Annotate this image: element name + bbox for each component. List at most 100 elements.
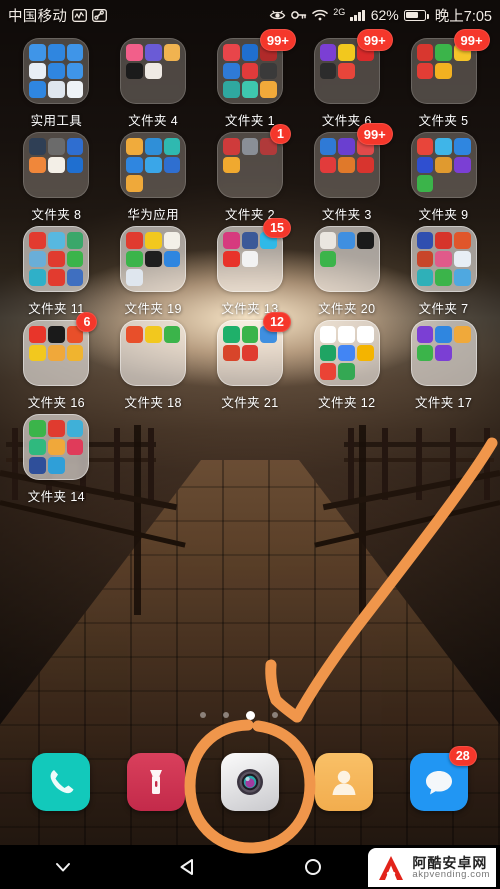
- folder-label: 文件夹 16: [27, 396, 86, 410]
- mini-app-icon: [319, 344, 337, 362]
- mini-app-icon: [435, 232, 452, 249]
- mini-app-icon: [126, 138, 143, 155]
- folder-文件夹-6[interactable]: 99+ 文件夹 6: [298, 29, 395, 129]
- mini-app-icon: [163, 250, 181, 268]
- mini-app-icon: [29, 344, 47, 362]
- folder-icon-wrap: [23, 414, 90, 480]
- mini-app-icon: [48, 62, 65, 80]
- folder-icon-wrap: [313, 226, 380, 292]
- folder-label: 文件夹 17: [414, 396, 473, 410]
- folder-icon-wrap: 99+: [216, 29, 296, 104]
- mini-app-icon: [144, 138, 162, 155]
- battery-percent-label: 62%: [370, 7, 399, 23]
- folder-label: 文件夹 8: [31, 208, 82, 222]
- dock-item-contacts[interactable]: [315, 753, 374, 811]
- mini-app-icon: [357, 344, 374, 362]
- home-button[interactable]: [285, 845, 341, 889]
- phone-icon: [32, 753, 91, 811]
- mini-app-icon: [241, 138, 259, 155]
- folder-文件夹-2[interactable]: 1 文件夹 2: [202, 124, 299, 223]
- folder-icon-wrap: 6: [23, 312, 98, 386]
- folder-tile: [120, 226, 187, 292]
- mini-app-icon: [66, 156, 84, 174]
- hide-navbar-button[interactable]: [35, 845, 91, 889]
- mini-app-icon: [126, 175, 143, 192]
- folder-文件夹-9[interactable]: 文件夹 9: [395, 132, 492, 223]
- folder-icon-wrap: 12: [216, 312, 291, 386]
- back-button[interactable]: [160, 845, 216, 889]
- status-bar: 中国移动 2G 62% 晚上7:05: [0, 0, 500, 30]
- folder-tile: [23, 414, 90, 480]
- folder-label: 文件夹 21: [221, 396, 279, 410]
- dock-item-messages[interactable]: 28: [409, 746, 477, 811]
- folder-文件夹-19[interactable]: 文件夹 19: [105, 226, 202, 317]
- mini-app-icon: [241, 250, 259, 268]
- folder-icon-wrap: 1: [216, 124, 291, 198]
- page-dot[interactable]: [271, 712, 278, 718]
- mini-app-icon: [126, 156, 143, 174]
- folder-实用工具[interactable]: 实用工具: [8, 38, 105, 129]
- folder-文件夹-14[interactable]: 文件夹 14: [8, 414, 105, 505]
- folder-icon-wrap: [313, 320, 380, 386]
- folder-文件夹-11[interactable]: 文件夹 11: [8, 226, 105, 317]
- mini-app-icon: [126, 44, 143, 61]
- folder-文件夹-7[interactable]: 文件夹 7: [395, 226, 492, 317]
- folder-label: 文件夹 7: [418, 302, 469, 316]
- page-indicator: [0, 710, 500, 720]
- mini-app-icon: [435, 344, 452, 362]
- folder-文件夹-21[interactable]: 12 文件夹 21: [202, 312, 299, 411]
- mini-app-icon: [48, 44, 65, 61]
- mini-app-icon: [29, 438, 47, 456]
- folder-文件夹-18[interactable]: 文件夹 18: [105, 320, 202, 411]
- folder-文件夹-13[interactable]: 15 文件夹 13: [202, 218, 299, 317]
- mini-app-icon: [260, 62, 277, 80]
- mini-app-icon: [357, 156, 374, 174]
- eye-comfort-icon: [269, 9, 286, 22]
- dock-item-flashlight[interactable]: [126, 753, 185, 811]
- folder-文件夹-12[interactable]: 文件夹 12: [298, 320, 395, 411]
- folder-文件夹-20[interactable]: 文件夹 20: [298, 226, 395, 317]
- folder-文件夹-3[interactable]: 99+ 文件夹 3: [298, 123, 395, 223]
- folder-badge: 99+: [356, 29, 393, 51]
- mini-app-icon: [29, 269, 47, 286]
- folder-文件夹-4[interactable]: 文件夹 4: [105, 38, 202, 129]
- dock-item-camera[interactable]: [220, 753, 279, 811]
- mini-app-icon: [66, 250, 84, 268]
- mini-app-icon: [48, 156, 65, 174]
- mini-app-icon: [319, 326, 337, 343]
- folder-icon-wrap: 99+: [313, 29, 393, 104]
- folder-badge: 12: [263, 312, 291, 332]
- mini-app-icon: [66, 269, 84, 286]
- mini-app-icon: [126, 326, 143, 343]
- folder-文件夹-1[interactable]: 99+ 文件夹 1: [202, 29, 299, 129]
- folder-华为应用[interactable]: 华为应用: [105, 132, 202, 223]
- mini-app-icon: [416, 175, 434, 192]
- folder-文件夹-5[interactable]: 99+ 文件夹 5: [395, 29, 492, 129]
- dock-item-phone[interactable]: [32, 753, 91, 811]
- folder-icon-wrap: [410, 132, 477, 198]
- folder-icon-wrap: [23, 38, 90, 104]
- page-dot[interactable]: [294, 712, 301, 718]
- folder-文件夹-17[interactable]: 文件夹 17: [395, 320, 492, 411]
- folder-文件夹-8[interactable]: 文件夹 8: [8, 132, 105, 223]
- triangle-back-icon: [180, 859, 193, 875]
- mini-app-icon: [416, 156, 434, 174]
- mini-app-icon: [66, 44, 84, 61]
- mini-app-icon: [126, 232, 143, 249]
- mini-app-icon: [48, 250, 65, 268]
- mini-app-icon: [319, 232, 337, 249]
- mini-app-icon: [319, 156, 337, 174]
- mini-app-icon: [144, 156, 162, 174]
- mini-app-icon: [435, 250, 452, 268]
- folder-label: 文件夹 18: [124, 396, 182, 410]
- folder-文件夹-16[interactable]: 6 文件夹 16: [8, 312, 105, 411]
- folder-icon-wrap: 15: [216, 218, 291, 292]
- page-dot[interactable]: [245, 710, 255, 720]
- mini-app-icon: [222, 156, 240, 174]
- mini-app-icon: [222, 62, 240, 80]
- page-dot[interactable]: [199, 712, 206, 718]
- page-dot[interactable]: [222, 712, 229, 718]
- mini-app-icon: [241, 344, 259, 362]
- mini-app-icon: [338, 344, 356, 362]
- mini-app-icon: [435, 156, 452, 174]
